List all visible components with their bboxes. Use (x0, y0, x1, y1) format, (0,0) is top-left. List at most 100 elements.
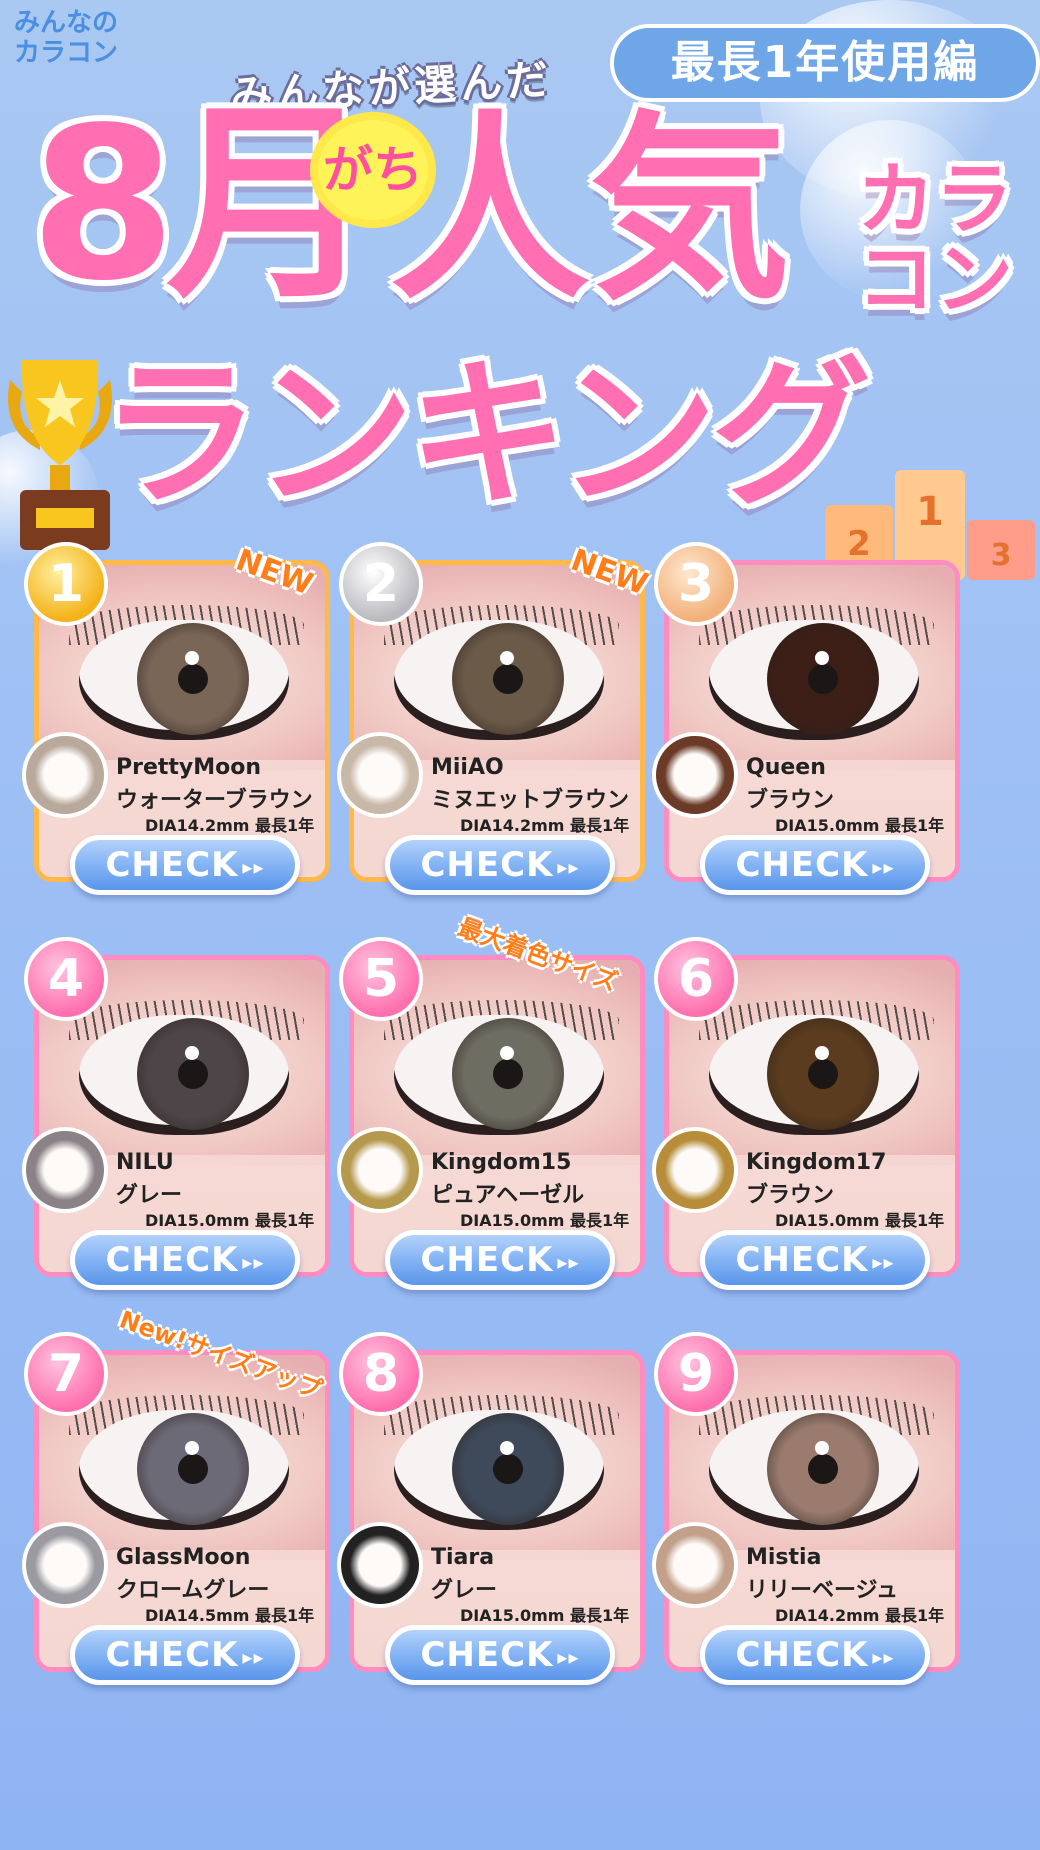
eye-highlight (500, 651, 514, 665)
product-name: Tiara (431, 1545, 495, 1570)
pupil (808, 664, 838, 694)
pupil (493, 664, 523, 694)
product-name: Queen (746, 755, 826, 780)
rank-badge: 9 (654, 1332, 738, 1416)
double-arrow-icon: ▸▸ (557, 854, 580, 879)
pupil (493, 1059, 523, 1089)
product-color: クロームグレー (116, 1578, 270, 1603)
check-button-label: CHECK (105, 1240, 239, 1280)
eye-highlight (815, 1441, 829, 1455)
product-color: ピュアヘーゼル (431, 1183, 585, 1208)
double-arrow-icon: ▸▸ (242, 854, 265, 879)
check-button-label: CHECK (735, 845, 869, 885)
podium-number: 1 (916, 489, 944, 535)
product-spec: DIA15.0mm 最長1年 (460, 1606, 630, 1625)
ranking-card[interactable]: Tiara グレー DIA15.0mm 最長1年 CHECK ▸▸ 8 (337, 1332, 645, 1700)
title-category: カラコン (856, 155, 1013, 325)
check-button[interactable]: CHECK ▸▸ (700, 1625, 930, 1685)
edition-badge: 最長1年使用編 (610, 24, 1040, 102)
eye-highlight (500, 1046, 514, 1060)
product-name: Mistia (746, 1545, 822, 1570)
check-button-label: CHECK (105, 1635, 239, 1675)
rank-badge: 5 (339, 937, 423, 1021)
product-color: ウォーターブラウン (116, 788, 313, 813)
logo-line2: カラコン (14, 38, 119, 68)
rank-badge: 7 (24, 1332, 108, 1416)
pupil (493, 1454, 523, 1484)
podium-number: 3 (991, 538, 1012, 573)
double-arrow-icon: ▸▸ (872, 854, 895, 879)
check-button-label: CHECK (105, 845, 239, 885)
ranking-card[interactable]: MiiAO ミヌエットブラウン DIA14.2mm 最長1年 CHECK ▸▸ 2 (337, 542, 645, 910)
check-button[interactable]: CHECK ▸▸ (70, 1230, 300, 1290)
check-button[interactable]: CHECK ▸▸ (385, 1625, 615, 1685)
rank-badge: 8 (339, 1332, 423, 1416)
pupil (808, 1454, 838, 1484)
product-name: Kingdom15 (431, 1150, 572, 1175)
eye-highlight (815, 1046, 829, 1060)
rank-badge: 4 (24, 937, 108, 1021)
eye-highlight (500, 1441, 514, 1455)
product-color: グレー (431, 1578, 498, 1603)
check-button-label: CHECK (735, 1240, 869, 1280)
product-spec: DIA14.2mm 最長1年 (775, 1606, 945, 1625)
eye-highlight (185, 1046, 199, 1060)
eye-highlight (815, 651, 829, 665)
rank-badge: 6 (654, 937, 738, 1021)
ranking-card[interactable]: PrettyMoon ウォーターブラウン DIA14.2mm 最長1年 CHEC… (22, 542, 330, 910)
product-spec: DIA15.0mm 最長1年 (775, 816, 945, 835)
product-spec: DIA15.0mm 最長1年 (460, 1211, 630, 1230)
product-name: NILU (116, 1150, 174, 1175)
lens-swatch (652, 732, 738, 818)
pupil (808, 1059, 838, 1089)
product-color: リリーベージュ (746, 1578, 899, 1603)
product-spec: DIA15.0mm 最長1年 (775, 1211, 945, 1230)
title-ranking: ランキング (100, 341, 871, 528)
lens-swatch (22, 732, 108, 818)
ranking-card[interactable]: Kingdom15 ピュアヘーゼル DIA15.0mm 最長1年 CHECK ▸▸… (337, 937, 645, 1305)
pupil (178, 1059, 208, 1089)
pupil (178, 1454, 208, 1484)
double-arrow-icon: ▸▸ (872, 1249, 895, 1274)
check-button[interactable]: CHECK ▸▸ (70, 1625, 300, 1685)
ranking-card[interactable]: Mistia リリーベージュ DIA14.2mm 最長1年 CHECK ▸▸ 9 (652, 1332, 960, 1700)
ranking-card[interactable]: Kingdom17 ブラウン DIA15.0mm 最長1年 CHECK ▸▸ 6 (652, 937, 960, 1305)
product-color: ブラウン (746, 1183, 835, 1208)
check-button-label: CHECK (420, 1240, 554, 1280)
site-logo[interactable]: みんなの カラコン (14, 8, 124, 68)
product-color: ブラウン (746, 788, 835, 813)
double-arrow-icon: ▸▸ (557, 1644, 580, 1669)
ranking-card[interactable]: Queen ブラウン DIA15.0mm 最長1年 CHECK ▸▸ 3 (652, 542, 960, 910)
logo-line1: みんなの (14, 8, 119, 38)
product-color: グレー (116, 1183, 183, 1208)
product-color: ミヌエットブラウン (431, 788, 630, 813)
pupil (178, 664, 208, 694)
check-button[interactable]: CHECK ▸▸ (385, 835, 615, 895)
double-arrow-icon: ▸▸ (872, 1644, 895, 1669)
product-name: GlassMoon (116, 1545, 251, 1570)
double-arrow-icon: ▸▸ (242, 1249, 265, 1274)
lens-swatch (22, 1127, 108, 1213)
trophy-icon (8, 360, 112, 550)
rank-badge: 1 (24, 542, 108, 626)
double-arrow-icon: ▸▸ (242, 1644, 265, 1669)
ranking-card[interactable]: NILU グレー DIA15.0mm 最長1年 CHECK ▸▸ 4 (22, 937, 330, 1305)
check-button[interactable]: CHECK ▸▸ (700, 835, 930, 895)
product-spec: DIA14.5mm 最長1年 (145, 1606, 315, 1625)
check-button[interactable]: CHECK ▸▸ (700, 1230, 930, 1290)
product-spec: DIA15.0mm 最長1年 (145, 1211, 315, 1230)
product-name: MiiAO (431, 755, 504, 780)
eye-highlight (185, 1441, 199, 1455)
rank-badge: 2 (339, 542, 423, 626)
product-name: PrettyMoon (116, 755, 262, 780)
title-month: 8月 (30, 82, 376, 327)
product-spec: DIA14.2mm 最長1年 (460, 816, 630, 835)
check-button[interactable]: CHECK ▸▸ (70, 835, 300, 895)
product-name: Kingdom17 (746, 1150, 887, 1175)
lens-swatch (337, 1522, 423, 1608)
double-arrow-icon: ▸▸ (557, 1249, 580, 1274)
check-button[interactable]: CHECK ▸▸ (385, 1230, 615, 1290)
eye-highlight (185, 651, 199, 665)
title-popular: 人気 (390, 94, 791, 327)
lens-swatch (337, 1127, 423, 1213)
